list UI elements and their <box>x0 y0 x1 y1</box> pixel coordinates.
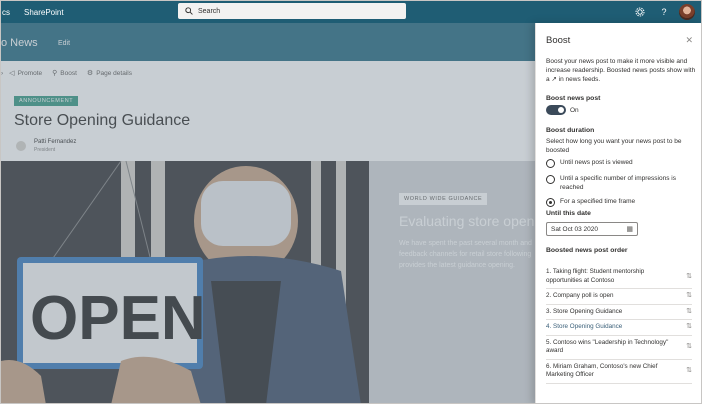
radio-until-viewed[interactable]: Until news post is viewed <box>546 158 696 168</box>
suite-bar: cs SharePoint Search ? <box>1 1 701 23</box>
list-item[interactable]: 5. Contoso wins "Leadership in Technolog… <box>546 336 692 360</box>
radio-label: Until news post is viewed <box>560 159 633 166</box>
list-item[interactable]: 3. Store Opening Guidance ⇅ <box>546 305 692 320</box>
author-name[interactable]: Patti Fernandez <box>34 139 76 145</box>
suite-icons: ? <box>623 1 695 23</box>
page-details-button[interactable]: ⚙ Page details <box>86 69 132 78</box>
list-item-label: 1. Taking flight: Student mentorship opp… <box>546 268 645 284</box>
announcement-badge: ANNOUNCEMENT <box>14 96 79 106</box>
radio-impressions[interactable]: Until a specific number of impressions i… <box>546 174 696 192</box>
author-role: President <box>34 147 56 153</box>
radio-button[interactable] <box>546 158 555 168</box>
boost-toggle-label: Boost news post <box>546 95 601 102</box>
secondary-news-title: Evaluating store open <box>399 213 535 229</box>
duration-hint: Select how long you want your news post … <box>546 138 682 154</box>
app-name-fragment: cs <box>2 7 10 17</box>
user-avatar[interactable] <box>679 4 695 20</box>
author-avatar <box>14 139 28 153</box>
list-item[interactable]: 1. Taking flight: Student mentorship opp… <box>546 265 692 289</box>
reorder-icon[interactable]: ⇅ <box>686 323 692 332</box>
boost-icon: ⚲ <box>52 70 58 77</box>
reorder-icon[interactable]: ⇅ <box>686 367 692 376</box>
calendar-icon[interactable]: ▦ <box>626 225 633 233</box>
guidance-tag: WORLD WIDE GUIDANCE <box>399 193 488 205</box>
command-bar: › ◁ Promote ⚲ Boost ⚙ Page details <box>1 63 535 83</box>
list-item-label: 6. Miriam Graham, Contoso's new Chief Ma… <box>546 362 658 379</box>
app-name[interactable]: SharePoint <box>24 8 64 17</box>
date-picker[interactable]: Sat Oct 03 2020 ▦ <box>546 222 638 236</box>
boost-label: Boost <box>60 69 77 77</box>
reorder-icon[interactable]: ⇅ <box>686 343 692 352</box>
radio-button-selected[interactable] <box>546 197 555 207</box>
date-value: Sat Oct 03 2020 <box>551 225 598 233</box>
boosted-order-list: 1. Taking flight: Student mentorship opp… <box>546 265 692 384</box>
page-details-label: Page details <box>96 69 132 77</box>
list-item-current[interactable]: 4. Store Opening Guidance ⇅ <box>546 320 692 336</box>
panel-title: Boost <box>546 35 571 46</box>
open-sign-text: OPEN <box>30 284 206 353</box>
promote-icon: ◁ <box>9 70 15 77</box>
radio-time-frame[interactable]: For a specified time frame <box>546 197 696 207</box>
help-icon[interactable]: ? <box>657 5 671 19</box>
promote-button[interactable]: ◁ Promote <box>9 69 43 78</box>
list-item-label: 2. Company poll is open <box>546 292 614 299</box>
search-placeholder: Search <box>198 7 221 15</box>
settings-icon[interactable] <box>633 5 647 19</box>
search-icon <box>185 7 193 15</box>
reorder-icon[interactable]: ⇅ <box>686 308 692 317</box>
reorder-icon[interactable]: ⇅ <box>686 292 692 301</box>
radio-label: For a specified time frame <box>560 198 636 205</box>
secondary-news-body: We have spent the past several month and… <box>399 240 532 269</box>
list-item[interactable]: 2. Company poll is open ⇅ <box>546 289 692 305</box>
app-frame: cs SharePoint Search ? o News Edit › ◁ Pr… <box>0 0 702 404</box>
order-label: Boosted news post order <box>546 247 628 254</box>
radio-label: Until a specific number of impressions i… <box>560 175 676 191</box>
edit-link[interactable]: Edit <box>58 40 70 47</box>
list-item-label: 4. Store Opening Guidance <box>546 323 623 330</box>
hero-illustration: OPEN <box>1 161 369 403</box>
list-item-label: 5. Contoso wins "Leadership in Technolog… <box>546 338 669 355</box>
list-item[interactable]: 6. Miriam Graham, Contoso's new Chief Ma… <box>546 360 692 384</box>
site-title[interactable]: o News <box>1 37 38 49</box>
suite-left: cs SharePoint <box>1 1 64 23</box>
radio-button[interactable] <box>546 174 555 184</box>
hero-image: OPEN <box>1 161 369 403</box>
duration-label: Boost duration <box>546 127 595 134</box>
search-box[interactable]: Search <box>178 3 406 19</box>
boost-panel: Boost ✕ Boost your news post to make it … <box>535 23 701 403</box>
secondary-news-panel[interactable]: WORLD WIDE GUIDANCE Evaluating store ope… <box>369 161 535 403</box>
toggle-state-text: On <box>570 107 579 114</box>
page-details-icon: ⚙ <box>86 70 94 77</box>
promote-label: Promote <box>17 69 43 77</box>
reorder-icon[interactable]: ⇅ <box>686 272 692 281</box>
command-overflow[interactable]: › <box>1 70 3 77</box>
list-item-label: 3. Store Opening Guidance <box>546 307 623 315</box>
news-title: Store Opening Guidance <box>14 112 191 129</box>
until-date-label: Until this date <box>546 210 591 217</box>
close-icon[interactable]: ✕ <box>685 35 693 46</box>
boost-button[interactable]: ⚲ Boost <box>52 69 77 78</box>
panel-description: Boost your news post to make it more vis… <box>546 58 696 83</box>
site-header: o News Edit <box>1 23 535 61</box>
boost-toggle[interactable] <box>546 105 566 115</box>
